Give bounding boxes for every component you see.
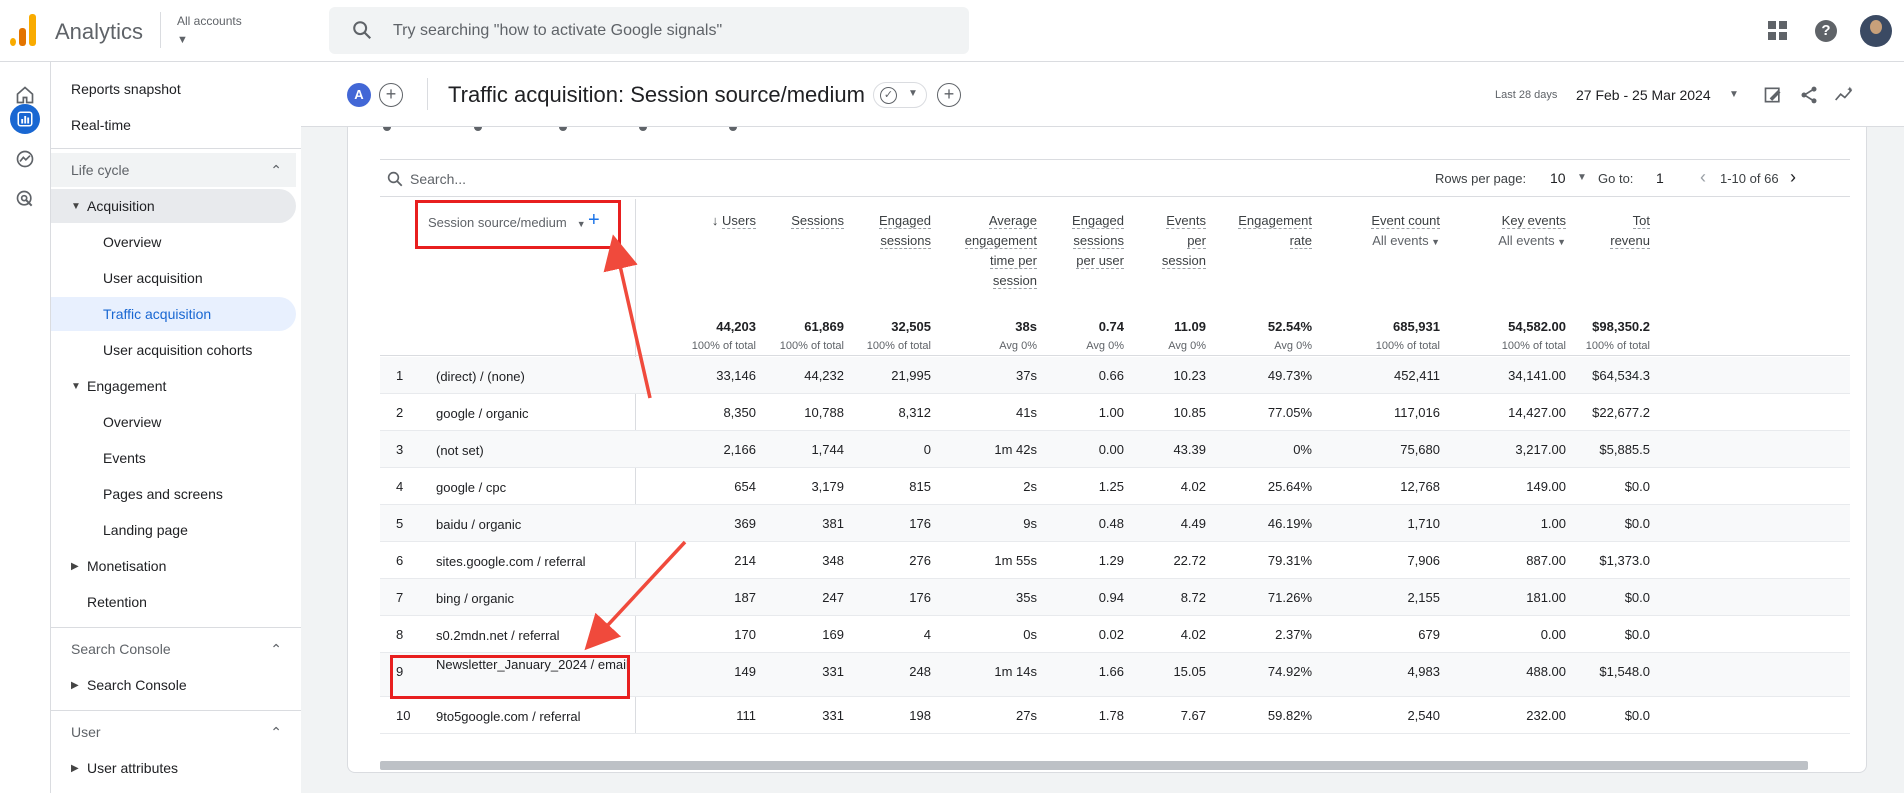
- annotation-arrows: [584, 234, 687, 651]
- annotation-arrow-up: [603, 234, 652, 399]
- annotation-arrow-down: [584, 540, 687, 651]
